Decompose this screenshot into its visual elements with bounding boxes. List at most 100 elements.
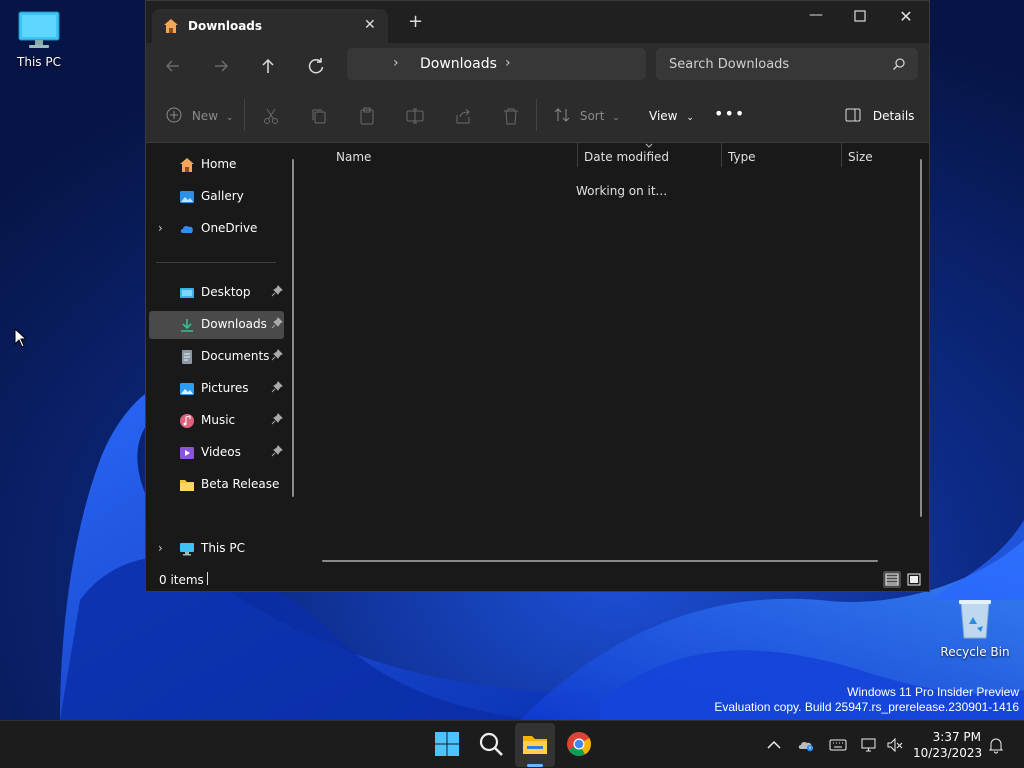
start-windows-icon[interactable] [433,730,461,758]
close-tab-icon[interactable]: ✕ [364,17,376,33]
maximize-icon[interactable] [850,7,870,27]
watermark-line-2: Evaluation copy. Build 25947.rs_prerelea… [714,700,1019,714]
forward-arrow-icon[interactable] [210,55,232,77]
recycle-bin-icon [959,600,991,639]
document-icon [182,350,192,364]
sidebar-item-beta-release[interactable]: Beta Release [149,471,284,499]
view-button[interactable]: View ⌄ [649,106,694,126]
chevron-right-icon[interactable]: › [158,541,163,555]
search-box[interactable]: Search Downloads [656,48,918,80]
rename-icon[interactable] [406,106,424,126]
sidebar-item-label: Pictures [201,381,249,395]
network-icon[interactable] [860,736,878,754]
breadcrumb[interactable]: › Downloads › [347,48,646,80]
close-window-icon[interactable]: ✕ [896,7,916,27]
sort-label: Sort [579,109,605,123]
chrome-icon[interactable] [565,730,593,758]
column-divider[interactable] [721,143,722,167]
pictures-icon [180,383,194,395]
cut-icon[interactable] [262,106,280,126]
column-divider[interactable] [577,143,578,167]
keyboard-icon[interactable] [829,736,847,754]
search-icon[interactable] [477,730,505,758]
status-divider [207,572,208,585]
mouse-cursor-icon [14,328,26,348]
column-header-size[interactable]: Size [848,150,873,164]
title-bar: Downloads ✕ + — ✕ [146,1,929,43]
sidebar-item-label: Home [201,157,237,171]
chevron-up-icon[interactable] [765,736,783,754]
sidebar-scrollbar[interactable] [292,159,294,497]
sidebar-item-label: This PC [201,541,245,555]
column-header-type[interactable]: Type [728,150,756,164]
back-arrow-icon[interactable] [162,55,184,77]
desktop-icon-recycle-bin[interactable]: Recycle Bin [937,598,1013,659]
sidebar-item-onedrive[interactable]: › OneDrive [149,215,284,243]
sidebar-item-downloads[interactable]: Downloads [149,311,284,339]
file-explorer-taskbar-button[interactable] [515,723,555,767]
folder-icon [180,480,194,491]
large-icons-view-icon[interactable] [905,571,923,588]
taskbar: 3:37 PM 10/23/2023 [0,720,1024,768]
sidebar-item-desktop[interactable]: Desktop [149,279,284,307]
new-button[interactable]: New ⌄ [166,106,233,126]
file-explorer-window: Downloads ✕ + — ✕ › Downloads › Search D… [145,0,930,592]
desktop-icon-label: Recycle Bin [940,645,1010,659]
new-tab-icon[interactable]: + [408,13,423,31]
minimize-icon[interactable]: — [806,7,826,27]
pin-icon[interactable] [271,285,283,297]
chevron-right-icon[interactable]: › [158,221,163,235]
onedrive-icon[interactable] [797,736,815,754]
details-label: Details [872,109,915,123]
sidebar-item-music[interactable]: Music [149,407,284,435]
sidebar-item-gallery[interactable]: Gallery [149,183,284,211]
desktop-folder-icon [180,288,194,298]
clock-date: 10/23/2023 [913,746,983,760]
column-divider[interactable] [841,143,842,167]
up-arrow-icon[interactable] [257,55,279,77]
sidebar-item-videos[interactable]: Videos [149,439,284,467]
column-header-name[interactable]: Name [336,150,371,164]
desktop-icon-this-pc[interactable]: This PC [1,10,77,69]
pin-icon[interactable] [271,413,283,425]
pin-icon[interactable] [271,445,283,457]
details-pane-button[interactable]: Details [845,106,914,126]
loading-message: Working on it... [576,184,668,198]
more-options-icon[interactable]: ••• [714,104,745,124]
sidebar-item-label: Videos [201,445,241,459]
system-clock[interactable]: 3:37 PM 10/23/2023 [913,729,983,761]
refresh-icon[interactable] [305,55,327,77]
pin-icon[interactable] [271,381,283,393]
pin-icon[interactable] [271,317,283,329]
tab-downloads[interactable]: Downloads ✕ [152,9,388,43]
sidebar-item-documents[interactable]: Documents [149,343,284,371]
details-view-icon[interactable] [883,571,901,588]
sidebar-item-home[interactable]: Home [149,151,284,179]
vertical-scrollbar[interactable] [920,159,922,517]
column-header-date-modified[interactable]: Date modified [584,150,669,164]
notification-bell-icon[interactable] [987,736,1005,754]
watermark-line-1: Windows 11 Pro Insider Preview [847,685,1019,699]
toolbar-divider [244,99,245,131]
horizontal-scrollbar[interactable] [322,560,878,562]
chevron-right-icon[interactable]: › [505,55,511,71]
breadcrumb-downloads[interactable]: Downloads [420,56,497,72]
chevron-right-icon[interactable]: › [393,55,399,71]
evaluation-watermark: Windows 11 Pro Insider Preview Evaluatio… [714,685,1019,715]
delete-icon[interactable] [502,106,520,126]
pin-icon[interactable] [271,349,283,361]
sidebar-item-label: Beta Release [201,477,280,491]
paste-icon[interactable] [358,106,376,126]
share-icon[interactable] [454,106,472,126]
sort-button[interactable]: Sort ⌄ [554,106,620,126]
volume-muted-icon[interactable] [886,736,904,754]
video-icon [180,447,194,459]
sidebar-item-pictures[interactable]: Pictures [149,375,284,403]
sidebar-item-label: Music [201,413,236,427]
sidebar-item-this-pc[interactable]: › This PC [149,535,284,563]
details-pane-icon [845,108,861,122]
music-icon [180,414,194,428]
toolbar-divider [536,99,537,131]
copy-icon[interactable] [310,106,328,126]
home-icon [180,158,194,172]
